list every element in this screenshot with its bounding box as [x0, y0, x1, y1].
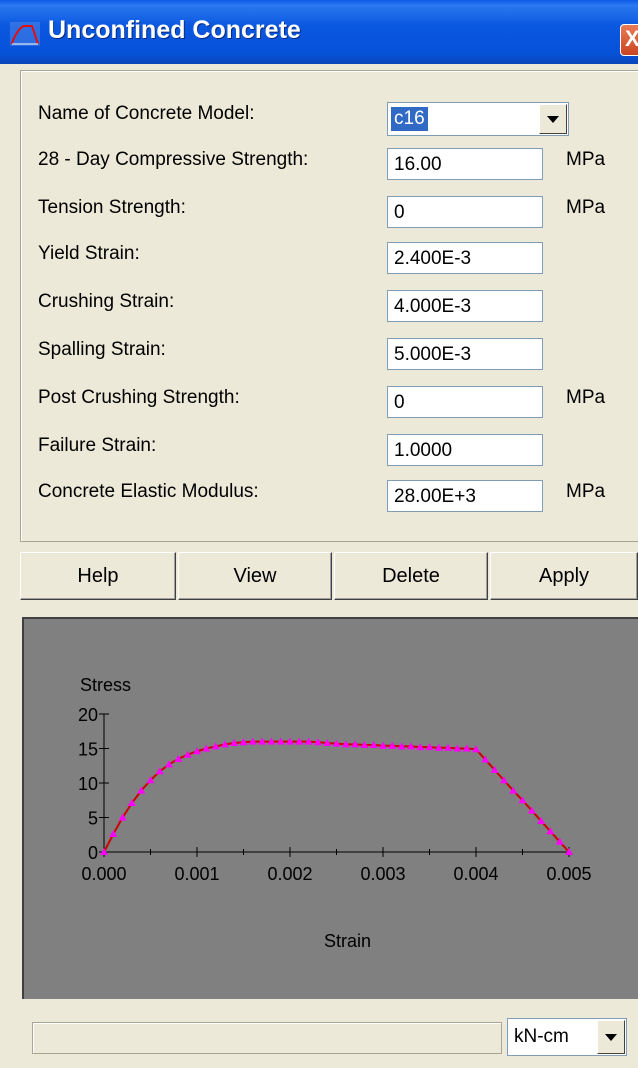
- model-name-label: Name of Concrete Model:: [38, 103, 255, 124]
- yield-strain-input[interactable]: 2.400E-3: [387, 242, 543, 274]
- x-tick-label: 0.000: [81, 864, 126, 884]
- x-tick-label: 0.001: [174, 864, 219, 884]
- y-axis-label: Stress: [80, 675, 131, 695]
- spalling-strain-input[interactable]: 5.000E-3: [387, 338, 543, 370]
- crushing-strain-label: Crushing Strain:: [38, 291, 175, 312]
- y-tick-label: 10: [78, 774, 98, 794]
- elastic-modulus-unit: MPa: [566, 481, 606, 502]
- compressive-strength-unit: MPa: [566, 149, 606, 170]
- spalling-strain-label: Spalling Strain:: [38, 339, 166, 360]
- view-button[interactable]: View: [178, 552, 332, 600]
- post-crushing-strength-input[interactable]: 0: [387, 386, 543, 418]
- y-tick-label: 15: [78, 740, 98, 760]
- title-bar: Unconfined Concrete X: [0, 0, 638, 64]
- units-dropdown-button[interactable]: [597, 1020, 625, 1054]
- units-select[interactable]: kN-cm: [507, 1018, 627, 1056]
- yield-strain-label: Yield Strain:: [38, 243, 140, 264]
- crushing-strain-input[interactable]: 4.000E-3: [387, 290, 543, 322]
- failure-strain-input[interactable]: 1.0000: [387, 434, 543, 466]
- model-name-select[interactable]: c16: [387, 102, 569, 136]
- compressive-strength-label: 28 - Day Compressive Strength:: [38, 149, 309, 170]
- close-button[interactable]: X: [620, 24, 638, 56]
- x-tick-label: 0.002: [267, 864, 312, 884]
- stress-strain-chart-panel: Stress Strain 0.000 0.001 0.002 0.003 0.004 0…: [22, 617, 638, 999]
- chevron-down-icon: [547, 116, 559, 123]
- status-field: [32, 1022, 502, 1054]
- elastic-modulus-input[interactable]: 28.00E+3: [387, 480, 543, 512]
- tension-strength-label: Tension Strength:: [38, 197, 186, 218]
- y-tick-label: 20: [78, 705, 98, 725]
- tension-strength-unit: MPa: [566, 197, 606, 218]
- model-name-value: c16: [391, 107, 428, 131]
- series-line: [103, 740, 570, 853]
- stress-strain-chart: Stress Strain 0.000 0.001 0.002 0.003 0.004 0…: [78, 675, 592, 951]
- units-value: kN-cm: [514, 1026, 569, 1047]
- delete-button[interactable]: Delete: [334, 552, 488, 600]
- failure-strain-label: Failure Strain:: [38, 435, 157, 456]
- x-tick-label: 0.005: [546, 864, 591, 884]
- help-button[interactable]: Help: [20, 552, 176, 600]
- post-crushing-strength-label: Post Crushing Strength:: [38, 387, 240, 408]
- x-tick-label: 0.004: [453, 864, 498, 884]
- stress-strain-curve-icon: [10, 22, 40, 46]
- close-icon: X: [625, 26, 638, 51]
- tension-strength-input[interactable]: 0: [387, 196, 543, 228]
- model-dropdown-button[interactable]: [539, 104, 567, 134]
- x-tick-label: 0.003: [360, 864, 405, 884]
- apply-button[interactable]: Apply: [490, 552, 638, 600]
- y-tick-label: 5: [88, 809, 98, 829]
- chevron-down-icon: [605, 1034, 617, 1041]
- compressive-strength-input[interactable]: 16.00: [387, 148, 543, 180]
- window-title: Unconfined Concrete: [48, 16, 301, 44]
- elastic-modulus-label: Concrete Elastic Modulus:: [38, 481, 259, 502]
- x-axis-label: Strain: [324, 931, 371, 951]
- y-tick-label: 0: [88, 843, 98, 863]
- post-crushing-strength-unit: MPa: [566, 387, 606, 408]
